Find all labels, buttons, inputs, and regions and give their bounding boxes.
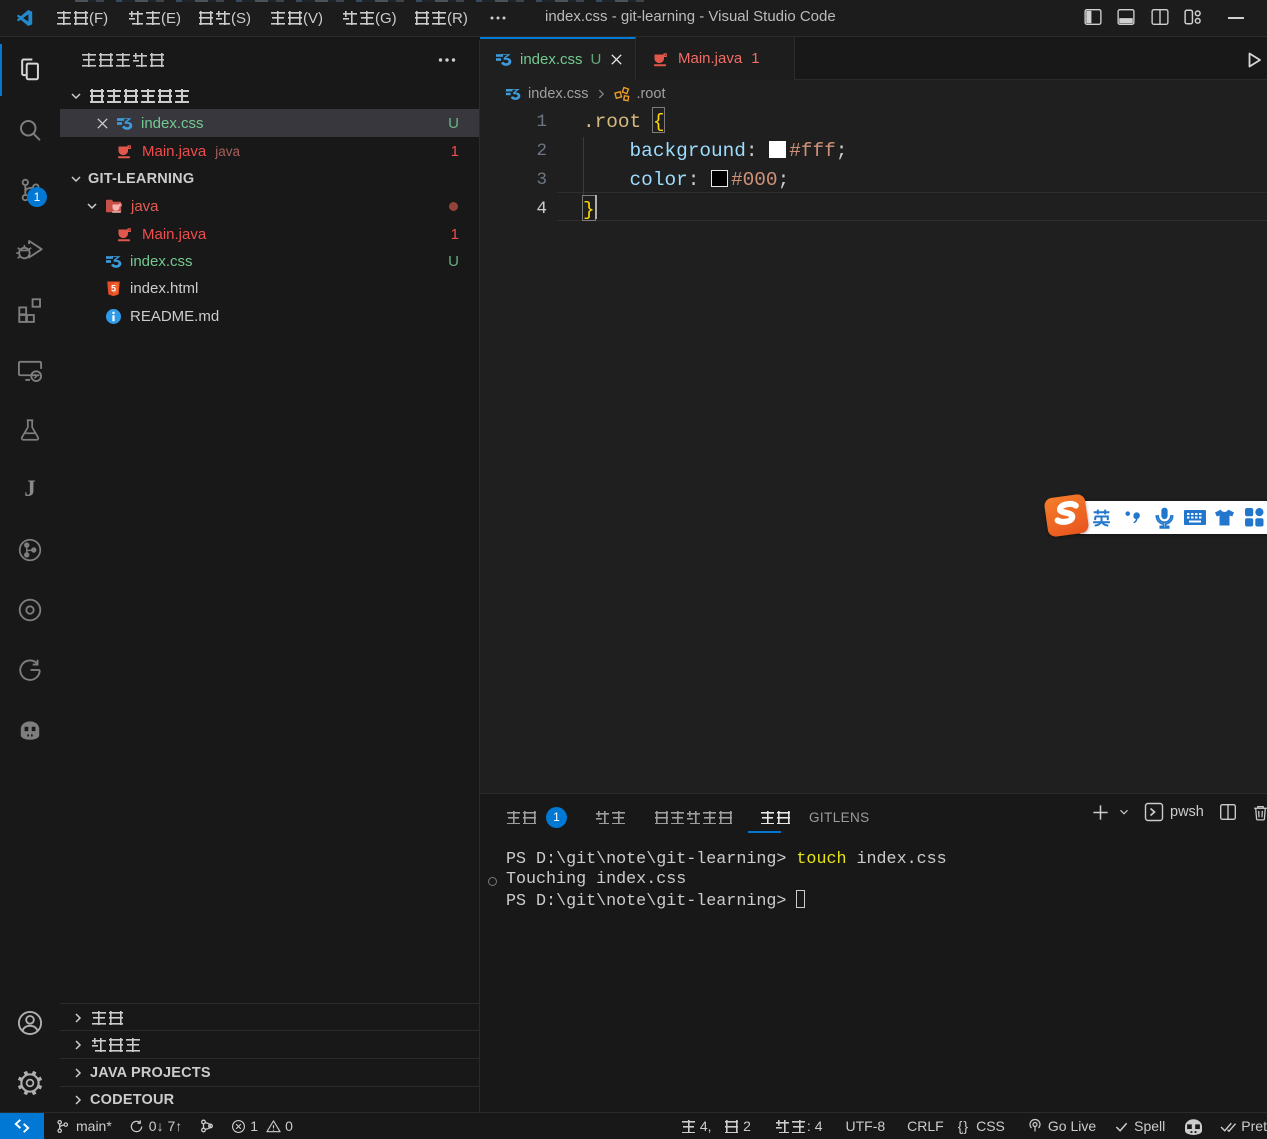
svg-text:5: 5	[111, 283, 116, 293]
